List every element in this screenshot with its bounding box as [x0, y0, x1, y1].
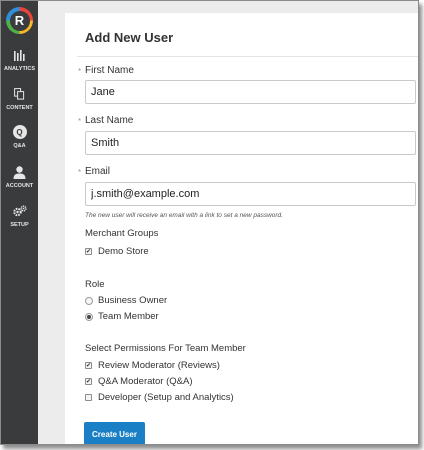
option-label: Review Moderator (Reviews): [98, 360, 220, 371]
bar-chart-icon: [1, 47, 38, 63]
email-hint: The new user will receive an email with …: [85, 212, 283, 219]
sidebar-item-label: SETUP: [10, 222, 29, 228]
option-label: Demo Store: [98, 246, 149, 257]
required-marker: *: [78, 168, 82, 177]
brand-logo[interactable]: R: [6, 7, 33, 34]
checkbox-checked[interactable]: ✔: [85, 378, 92, 385]
checkbox-checked[interactable]: ✔: [85, 248, 92, 255]
create-user-button[interactable]: Create User: [84, 422, 145, 444]
sidebar-item-account[interactable]: ACCOUNT: [1, 164, 38, 189]
permission-developer[interactable]: Developer (Setup and Analytics): [85, 392, 234, 403]
merchant-group-demo-store[interactable]: ✔ Demo Store: [85, 246, 149, 257]
last-name-label: Last Name: [85, 115, 134, 126]
permissions-label: Select Permissions For Team Member: [85, 343, 246, 354]
person-icon: [1, 164, 38, 180]
option-label: Q&A Moderator (Q&A): [98, 376, 193, 387]
role-label: Role: [85, 279, 105, 290]
merchant-groups-label: Merchant Groups: [85, 228, 159, 239]
radio-dot: [87, 314, 91, 319]
sidebar-item-qa[interactable]: Q Q&A: [1, 124, 38, 149]
sidebar-item-label: Q&A: [13, 143, 26, 149]
sidebar-item-label: CONTENT: [6, 105, 33, 111]
gears-icon: [1, 203, 38, 219]
email-label: Email: [85, 166, 111, 177]
app-window: R ANALYTICS CONTENT Q Q&A ACCOUNT SETUP …: [0, 0, 419, 445]
add-user-card: Add New User * First Name * Last Name * …: [65, 13, 418, 444]
email-input[interactable]: [85, 182, 416, 206]
first-name-input[interactable]: [85, 80, 416, 104]
required-marker: *: [78, 67, 82, 76]
radio-unselected[interactable]: [85, 296, 93, 305]
sidebar-item-label: ANALYTICS: [4, 66, 35, 72]
option-label: Business Owner: [98, 295, 168, 306]
sidebar-item-setup[interactable]: SETUP: [1, 203, 38, 228]
sidebar-item-label: ACCOUNT: [5, 183, 34, 189]
role-team-member[interactable]: Team Member: [85, 311, 159, 322]
role-business-owner[interactable]: Business Owner: [85, 295, 167, 306]
checkbox-checked[interactable]: ✔: [85, 362, 92, 369]
permission-qa-moderator[interactable]: ✔ Q&A Moderator (Q&A): [85, 376, 193, 387]
option-label: Developer (Setup and Analytics): [98, 392, 234, 403]
qa-bubble-icon: Q: [1, 124, 38, 140]
title-divider: [77, 56, 418, 57]
sidebar: R ANALYTICS CONTENT Q Q&A ACCOUNT SETUP: [1, 1, 38, 444]
page-title: Add New User: [85, 30, 174, 45]
sidebar-item-analytics[interactable]: ANALYTICS: [1, 47, 38, 72]
documents-icon: [1, 86, 38, 102]
option-label: Team Member: [98, 311, 159, 322]
first-name-label: First Name: [85, 65, 134, 76]
radio-selected[interactable]: [85, 312, 93, 321]
sidebar-item-content[interactable]: CONTENT: [1, 86, 38, 111]
checkbox-unchecked[interactable]: [85, 394, 92, 401]
last-name-input[interactable]: [85, 131, 416, 155]
required-marker: *: [78, 117, 82, 126]
qa-icon-letter: Q: [12, 125, 27, 139]
logo-letter: R: [9, 10, 30, 31]
permission-review-moderator[interactable]: ✔ Review Moderator (Reviews): [85, 360, 220, 371]
